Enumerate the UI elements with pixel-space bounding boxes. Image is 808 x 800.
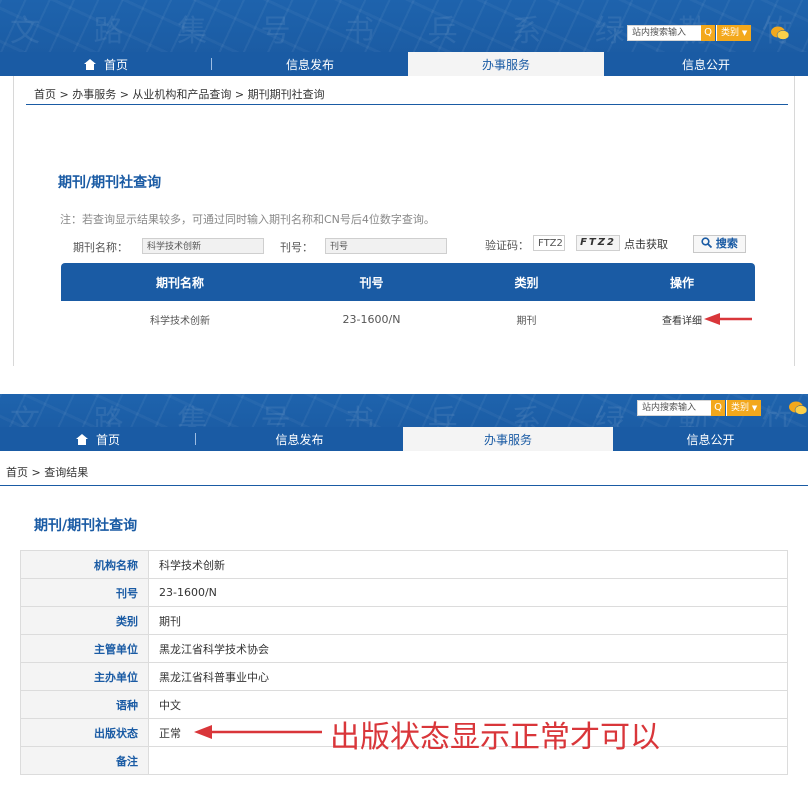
- col-header-name: 期刊名称: [155, 275, 204, 290]
- category-label: 类别: [731, 403, 750, 413]
- table-row: 类别 期刊: [20, 606, 788, 635]
- results-table-header: 期刊名称 刊号 类别 操作: [61, 263, 755, 301]
- nav-item-info-release[interactable]: 信息发布: [196, 427, 403, 451]
- field-value: 黑龙江省科普事业中心: [148, 662, 788, 691]
- breadcrumb: 首页 > 查询结果: [6, 466, 89, 479]
- nav-item-info-release[interactable]: 信息发布: [212, 52, 408, 76]
- table-row: 主管单位 黑龙江省科学技术协会: [20, 634, 788, 663]
- nav-item-services[interactable]: 办事服务: [408, 52, 604, 76]
- field-key: 出版状态: [20, 718, 149, 747]
- field-value: 23-1600/N: [148, 578, 788, 607]
- nav-label: 首页: [95, 432, 120, 447]
- breadcrumb: 首页 > 办事服务 > 从业机构和产品查询 > 期刊期刊社查询: [34, 88, 325, 101]
- wechat-icon[interactable]: [788, 400, 808, 416]
- journal-number-input[interactable]: 刊号: [325, 238, 447, 254]
- search-hint: 注：若查询显示结果较多，可通过同时输入期刊名称和CN号后4位数字查询。: [60, 213, 435, 226]
- chevron-down-icon: ▼: [741, 29, 748, 37]
- journal-name-input[interactable]: 科学技术创新: [142, 238, 264, 254]
- search-button[interactable]: 搜索: [693, 235, 746, 253]
- wechat-icon[interactable]: [770, 25, 790, 41]
- header-banner: 文 路 集 号 书 兵 系 绿 勒 竹 言 义 伦 道 站内搜索输入 Q 类别 …: [0, 0, 808, 76]
- magnifier-icon: [701, 237, 713, 249]
- annotation-text: 出版状态显示正常才可以: [330, 720, 660, 755]
- home-icon: [83, 58, 96, 70]
- nav-label: 首页: [103, 57, 128, 72]
- search-icon[interactable]: Q: [711, 400, 725, 416]
- table-row: 机构名称 科学技术创新: [20, 550, 788, 579]
- captcha-label: 验证码：: [485, 239, 529, 252]
- page-title: 期刊/期刊社查询: [34, 518, 138, 534]
- col-header-category: 类别: [514, 275, 539, 290]
- journal-number-label: 刊号：: [280, 241, 313, 254]
- home-icon: [75, 433, 88, 445]
- field-key: 备注: [20, 746, 149, 775]
- captcha-refresh-link[interactable]: 点击获取: [624, 236, 668, 252]
- nav-item-services[interactable]: 办事服务: [403, 427, 613, 451]
- category-dropdown[interactable]: 类别 ▼: [716, 25, 752, 41]
- nav-label: 信息发布: [285, 57, 334, 72]
- nav-item-info-public[interactable]: 信息公开: [613, 427, 808, 451]
- arrow-annotation-status: [194, 725, 322, 739]
- nav-item-info-public[interactable]: 信息公开: [604, 52, 808, 76]
- screenshot-gap: [0, 366, 808, 394]
- category-label: 类别: [721, 28, 740, 38]
- main-nav: 首页 信息发布 办事服务 信息公开: [0, 427, 808, 451]
- site-search-input[interactable]: 站内搜索输入: [627, 25, 703, 41]
- cell-category: 期刊: [516, 315, 537, 327]
- captcha-input[interactable]: FTZ2: [533, 235, 565, 251]
- col-header-action: 操作: [669, 275, 694, 290]
- captcha-image[interactable]: FTZ2: [576, 235, 620, 251]
- category-dropdown[interactable]: 类别 ▼: [726, 400, 762, 416]
- col-header-number: 刊号: [359, 275, 384, 290]
- site-search-input[interactable]: 站内搜索输入: [637, 400, 713, 416]
- search-icon[interactable]: Q: [701, 25, 715, 41]
- breadcrumb-divider: [26, 104, 788, 105]
- field-key: 刊号: [20, 578, 149, 607]
- breadcrumb-divider: [0, 485, 808, 486]
- nav-label: 信息发布: [275, 432, 324, 447]
- result-page-screenshot: 文 路 集 号 书 兵 系 绿 勒 竹 言 义 伦 道 站内搜索输入 Q 类别 …: [0, 394, 808, 800]
- search-button-label: 搜索: [715, 237, 738, 250]
- main-nav: 首页 信息发布 办事服务 信息公开: [0, 52, 808, 76]
- nav-item-home[interactable]: 首页: [0, 427, 196, 451]
- cell-name: 科学技术创新: [150, 315, 210, 327]
- field-key: 类别: [20, 606, 149, 635]
- header-banner: 文 路 集 号 书 兵 系 绿 勒 竹 言 义 伦 道 站内搜索输入 Q 类别 …: [0, 394, 808, 451]
- nav-label: 办事服务: [483, 432, 532, 447]
- arrow-annotation-details: [704, 313, 752, 325]
- table-row: 刊号 23-1600/N: [20, 578, 788, 607]
- field-value: 科学技术创新: [148, 550, 788, 579]
- field-key: 语种: [20, 690, 149, 719]
- field-key: 主办单位: [20, 662, 149, 691]
- nav-label: 办事服务: [481, 57, 530, 72]
- field-value: 黑龙江省科学技术协会: [148, 634, 788, 663]
- journal-name-label: 期刊名称：: [73, 241, 128, 254]
- page-title: 期刊/期刊社查询: [58, 175, 162, 191]
- nav-label: 信息公开: [681, 57, 730, 72]
- field-value: 期刊: [148, 606, 788, 635]
- cell-number: 23-1600/N: [342, 312, 401, 326]
- nav-label: 信息公开: [686, 432, 735, 447]
- table-row: 主办单位 黑龙江省科普事业中心: [20, 662, 788, 691]
- chevron-down-icon: ▼: [751, 404, 758, 412]
- field-key: 主管单位: [20, 634, 149, 663]
- nav-item-home[interactable]: 首页: [0, 52, 212, 76]
- field-key: 机构名称: [20, 550, 149, 579]
- table-row: 科学技术创新 23-1600/N 期刊 查看详细: [61, 306, 755, 332]
- search-page-screenshot: 文 路 集 号 书 兵 系 绿 勒 竹 言 义 伦 道 站内搜索输入 Q 类别 …: [0, 0, 808, 366]
